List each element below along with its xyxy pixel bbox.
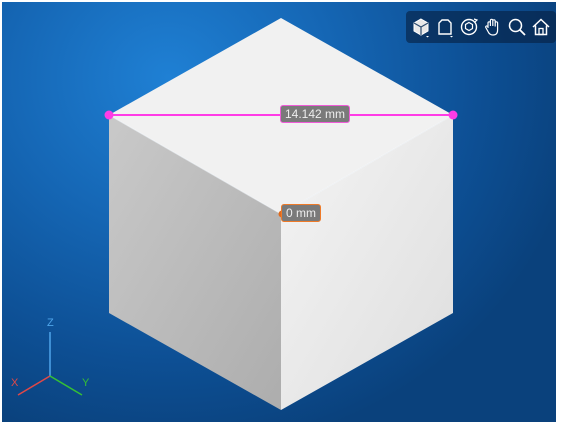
y-axis-line — [49, 375, 83, 396]
restore-view-icon — [438, 19, 453, 38]
pan-hand-icon — [485, 18, 499, 36]
zoom-icon — [508, 18, 526, 36]
point-distance-label[interactable]: 0 mm — [281, 204, 321, 222]
z-axis-label: Z — [47, 317, 54, 329]
x-axis-line — [17, 375, 51, 396]
viewer-toolbar — [406, 11, 556, 43]
3d-viewport[interactable]: Z X Y 14.142 mm 0 mm — [2, 2, 556, 422]
x-axis-label: X — [11, 377, 19, 389]
view-cube-icon — [413, 18, 429, 38]
home-icon — [532, 18, 550, 36]
view-cube-button[interactable] — [410, 16, 432, 38]
rotate-icon — [460, 18, 479, 36]
zoom-button[interactable] — [506, 16, 528, 38]
rotate-button[interactable] — [458, 16, 480, 38]
restore-view-button[interactable] — [434, 16, 456, 38]
home-button[interactable] — [530, 16, 552, 38]
pan-button[interactable] — [482, 16, 504, 38]
figure-frame: Z X Y 14.142 mm 0 mm — [0, 0, 564, 424]
distance-endpoint-left[interactable] — [104, 110, 114, 120]
distance-endpoint-right[interactable] — [448, 110, 458, 120]
axis-triad: Z X Y — [11, 317, 90, 396]
distance-label[interactable]: 14.142 mm — [280, 105, 351, 123]
y-axis-label: Y — [82, 377, 90, 389]
scene-canvas[interactable]: Z X Y — [2, 2, 556, 422]
